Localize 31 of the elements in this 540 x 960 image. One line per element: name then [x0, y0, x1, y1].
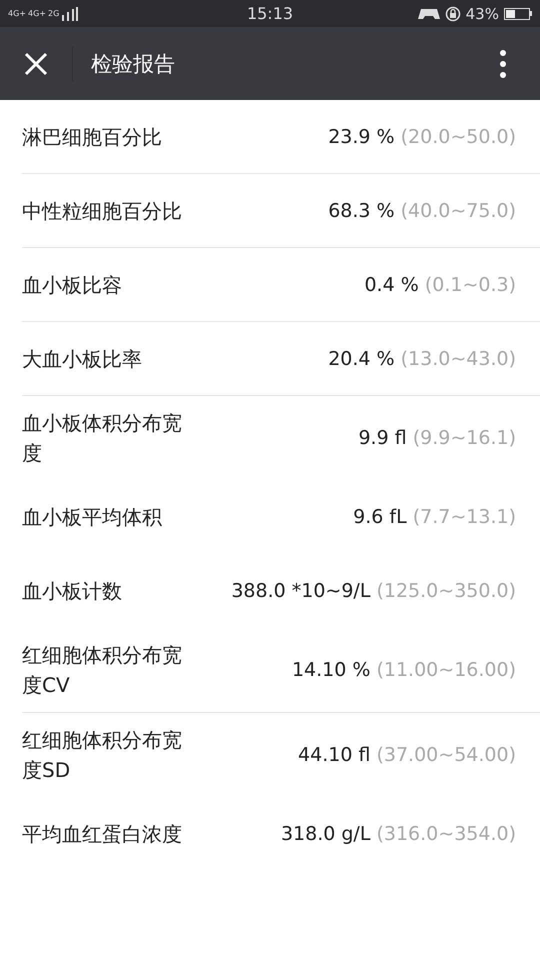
- test-name: 红细胞体积分布宽度CV: [22, 642, 183, 699]
- test-result: 14.10 % (11.00~16.00): [292, 659, 516, 681]
- rotation-lock-icon: [444, 6, 461, 22]
- battery-percent: 43%: [466, 4, 499, 22]
- signal-icon: [61, 6, 80, 20]
- test-name: 中性粒细胞百分比: [22, 198, 183, 224]
- close-icon: [24, 52, 48, 76]
- network-label: 4G+: [8, 10, 26, 18]
- test-name: 淋巴细胞百分比: [22, 124, 163, 150]
- test-result: 9.6 fL (7.7~13.1): [353, 506, 516, 528]
- test-result: 44.10 fl (37.00~54.00): [298, 744, 516, 766]
- battery-icon: [504, 8, 532, 20]
- test-name: 血小板计数: [22, 578, 123, 605]
- test-result: 388.0 *10~9/L (125.0~350.0): [231, 580, 516, 602]
- test-result: 0.4 % (0.1~0.3): [364, 274, 516, 296]
- test-result: 20.4 % (13.0~43.0): [328, 348, 516, 370]
- test-name: 血小板比容: [22, 272, 123, 298]
- test-result: 318.0 g/L (316.0~354.0): [280, 823, 516, 845]
- test-name: 平均血红蛋白浓度: [22, 821, 183, 848]
- more-icon: [499, 48, 507, 78]
- test-result: 23.9 % (20.0~50.0): [328, 126, 516, 148]
- test-name: 红细胞体积分布宽度SD: [22, 727, 183, 784]
- test-name: 血小板体积分布宽度: [22, 410, 183, 467]
- test-name: 大血小板比率: [22, 346, 143, 372]
- test-result: 9.9 fl (9.9~16.1): [358, 427, 516, 449]
- network-label: 2G: [48, 10, 60, 18]
- test-name: 血小板平均体积: [22, 504, 163, 531]
- page-title: 检验报告: [91, 50, 176, 78]
- network-label: 4G+: [28, 10, 46, 18]
- test-result: 68.3 % (40.0~75.0): [328, 200, 516, 222]
- status-time: 15:13: [246, 4, 294, 23]
